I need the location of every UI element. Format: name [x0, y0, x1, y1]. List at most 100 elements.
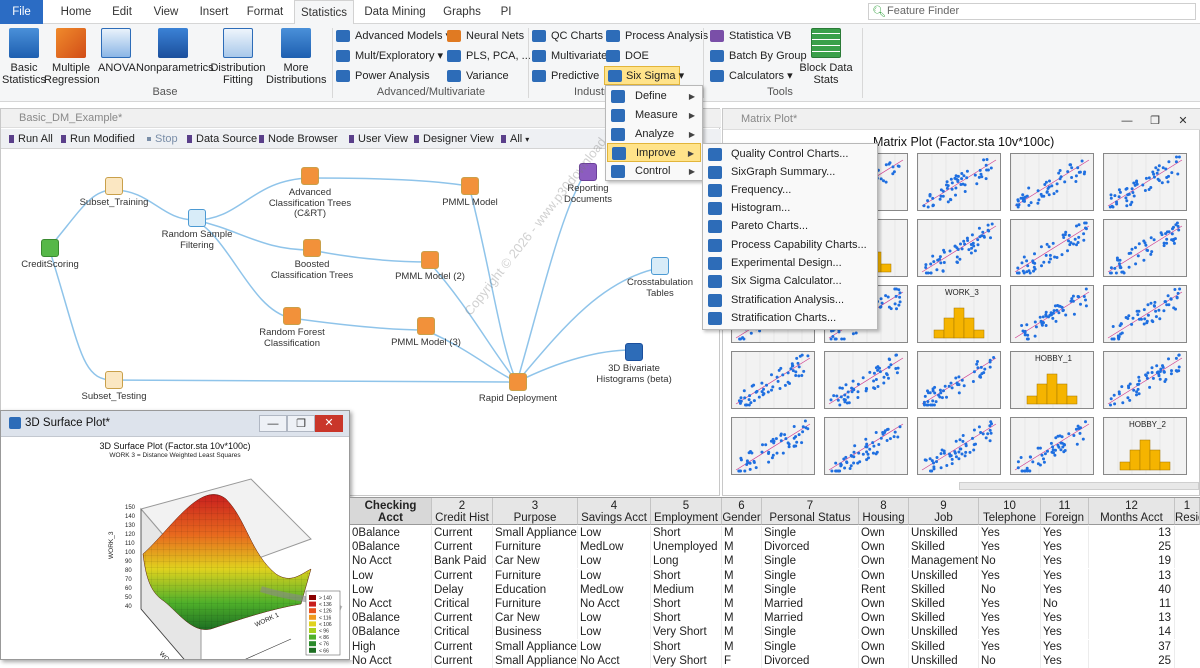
- statistica-vb-button[interactable]: Statistica VB: [710, 28, 791, 44]
- grid-cell[interactable]: Low: [578, 568, 651, 583]
- node-advanced-classification-trees[interactable]: Advanced Classification Trees (C&RT): [267, 167, 353, 220]
- node-crosstabulation-tables[interactable]: Crosstabulation Tables: [617, 257, 703, 299]
- grid-cell[interactable]: Low: [578, 639, 651, 654]
- grid-cell[interactable]: Skilled: [909, 597, 979, 611]
- node-3d-bivariate-histograms[interactable]: 3D Bivariate Histograms (beta): [591, 343, 677, 385]
- grid-cell[interactable]: Small Appliance: [493, 653, 578, 668]
- grid-cell[interactable]: Single: [762, 526, 859, 540]
- menu-item-frequency[interactable]: Frequency...: [704, 181, 876, 200]
- stop-button[interactable]: Stop: [147, 132, 178, 146]
- grid-cell[interactable]: 11: [1089, 597, 1175, 611]
- node-random-sample-filtering[interactable]: Random Sample Filtering: [154, 209, 240, 251]
- grid-column-header[interactable]: 2 Credit Hist: [432, 498, 493, 525]
- grid-cell[interactable]: Single: [762, 582, 859, 597]
- node-pmml-model-2[interactable]: PMML Model (2): [387, 251, 473, 283]
- neural-nets-button[interactable]: Neural Nets: [447, 28, 524, 44]
- tab-home[interactable]: Home: [52, 0, 100, 24]
- grid-cell[interactable]: Critical: [432, 625, 493, 640]
- grid-cell[interactable]: Single: [762, 639, 859, 654]
- node-rapid-deployment[interactable]: Rapid Deployment: [475, 373, 561, 405]
- grid-cell[interactable]: No Acct: [350, 554, 432, 569]
- menu-item-experimental-design[interactable]: Experimental Design...: [704, 254, 876, 273]
- grid-column-header[interactable]: 9 Job: [909, 498, 979, 525]
- grid-cell[interactable]: 0Balance: [350, 611, 432, 626]
- grid-cell[interactable]: Divorced: [762, 540, 859, 555]
- grid-cell[interactable]: Single: [762, 554, 859, 569]
- menu-item-improve[interactable]: Improve ▶: [607, 143, 701, 162]
- grid-cell[interactable]: F: [722, 653, 762, 668]
- process-analysis-button[interactable]: Process Analysis: [606, 28, 708, 44]
- grid-cell[interactable]: 25: [1089, 540, 1175, 555]
- run-all-button[interactable]: Run All: [9, 132, 53, 146]
- basic-statistics-button[interactable]: Basic Statistics: [2, 28, 46, 86]
- grid-cell[interactable]: Married: [762, 597, 859, 611]
- grid-cell[interactable]: Low: [578, 554, 651, 569]
- grid-cell[interactable]: Car New: [493, 554, 578, 569]
- block-data-stats-button[interactable]: Block Data Stats: [798, 28, 854, 86]
- tab-graphs[interactable]: Graphs: [436, 0, 488, 24]
- grid-cell[interactable]: Skilled: [909, 639, 979, 654]
- grid-cell[interactable]: No: [979, 653, 1041, 668]
- grid-cell[interactable]: Own: [859, 597, 909, 611]
- grid-cell[interactable]: 37: [1089, 639, 1175, 654]
- grid-column-header[interactable]: 7 Personal Status: [762, 498, 859, 525]
- predictive-button[interactable]: Predictive: [532, 68, 599, 84]
- multiple-regression-button[interactable]: Multiple Regression: [44, 28, 100, 86]
- node-boosted-classification-trees[interactable]: Boosted Classification Trees: [269, 239, 355, 281]
- calculators-button[interactable]: Calculators ▾: [710, 68, 793, 84]
- nonparametrics-button[interactable]: Nonparametrics: [136, 28, 214, 74]
- grid-cell[interactable]: Education: [493, 582, 578, 597]
- data-source-button[interactable]: Data Source: [187, 132, 257, 146]
- node-random-forest[interactable]: Random Forest Classification: [249, 307, 335, 349]
- grid-cell[interactable]: M: [722, 582, 762, 597]
- grid-cell[interactable]: 13: [1089, 568, 1175, 583]
- grid-cell[interactable]: Yes: [1041, 653, 1089, 668]
- grid-cell[interactable]: Yes: [979, 611, 1041, 626]
- mult-exploratory-button[interactable]: Mult/Exploratory ▾: [336, 48, 443, 64]
- grid-cell[interactable]: Divorced: [762, 653, 859, 668]
- grid-cell[interactable]: Short: [651, 568, 722, 583]
- grid-cell[interactable]: Unskilled: [909, 526, 979, 540]
- grid-cell[interactable]: Short: [651, 526, 722, 540]
- grid-cell[interactable]: Very Short: [651, 625, 722, 640]
- tab-view[interactable]: View: [144, 0, 188, 24]
- grid-cell[interactable]: Current: [432, 540, 493, 555]
- menu-item-histogram[interactable]: Histogram...: [704, 199, 876, 218]
- grid-column-header[interactable]: 8 Housing: [859, 498, 909, 525]
- grid-cell[interactable]: Yes: [979, 597, 1041, 611]
- batch-by-group-button[interactable]: Batch By Group: [710, 48, 807, 64]
- grid-column-header[interactable]: 5 Employment: [651, 498, 722, 525]
- tab-pi[interactable]: PI: [494, 0, 518, 24]
- multivariate-button[interactable]: Multivariate: [532, 48, 607, 64]
- grid-cell[interactable]: Yes: [979, 639, 1041, 654]
- menu-item-six-sigma-calculator[interactable]: Six Sigma Calculator...: [704, 272, 876, 291]
- restore-button[interactable]: ❐: [1141, 113, 1169, 130]
- grid-cell[interactable]: Own: [859, 526, 909, 540]
- grid-cell[interactable]: Own: [859, 568, 909, 583]
- grid-cell[interactable]: Unemployed: [651, 540, 722, 555]
- grid-cell[interactable]: MedLow: [578, 540, 651, 555]
- grid-cell[interactable]: No Acct: [350, 653, 432, 668]
- grid-cell[interactable]: 14: [1089, 625, 1175, 640]
- grid-cell[interactable]: 25: [1089, 653, 1175, 668]
- distribution-fitting-button[interactable]: Distribution Fitting: [210, 28, 266, 86]
- qc-charts-button[interactable]: QC Charts ▾: [532, 28, 612, 44]
- menu-item-pareto-charts[interactable]: Pareto Charts...: [704, 217, 876, 236]
- grid-cell[interactable]: Current: [432, 639, 493, 654]
- node-subset-training[interactable]: Subset_Training: [71, 177, 157, 209]
- menu-item-stratification-charts[interactable]: Stratification Charts...: [704, 309, 876, 328]
- doe-button[interactable]: DOE: [606, 48, 649, 64]
- grid-cell[interactable]: M: [722, 597, 762, 611]
- close-button[interactable]: ✕: [315, 415, 343, 432]
- grid-column-header[interactable]: 10 Telephone: [979, 498, 1041, 525]
- menu-item-define[interactable]: Define ▶: [607, 87, 701, 106]
- six-sigma-button[interactable]: Six Sigma ▾: [604, 66, 684, 85]
- grid-cell[interactable]: Own: [859, 625, 909, 640]
- run-modified-button[interactable]: Run Modified: [61, 132, 135, 146]
- grid-cell[interactable]: Yes: [1041, 611, 1089, 626]
- node-credit-scoring[interactable]: CreditScoring: [7, 239, 93, 271]
- grid-cell[interactable]: Single: [762, 568, 859, 583]
- grid-cell[interactable]: Unskilled: [909, 653, 979, 668]
- grid-cell[interactable]: Own: [859, 639, 909, 654]
- menu-item-process-capability-charts[interactable]: Process Capability Charts...: [704, 236, 876, 255]
